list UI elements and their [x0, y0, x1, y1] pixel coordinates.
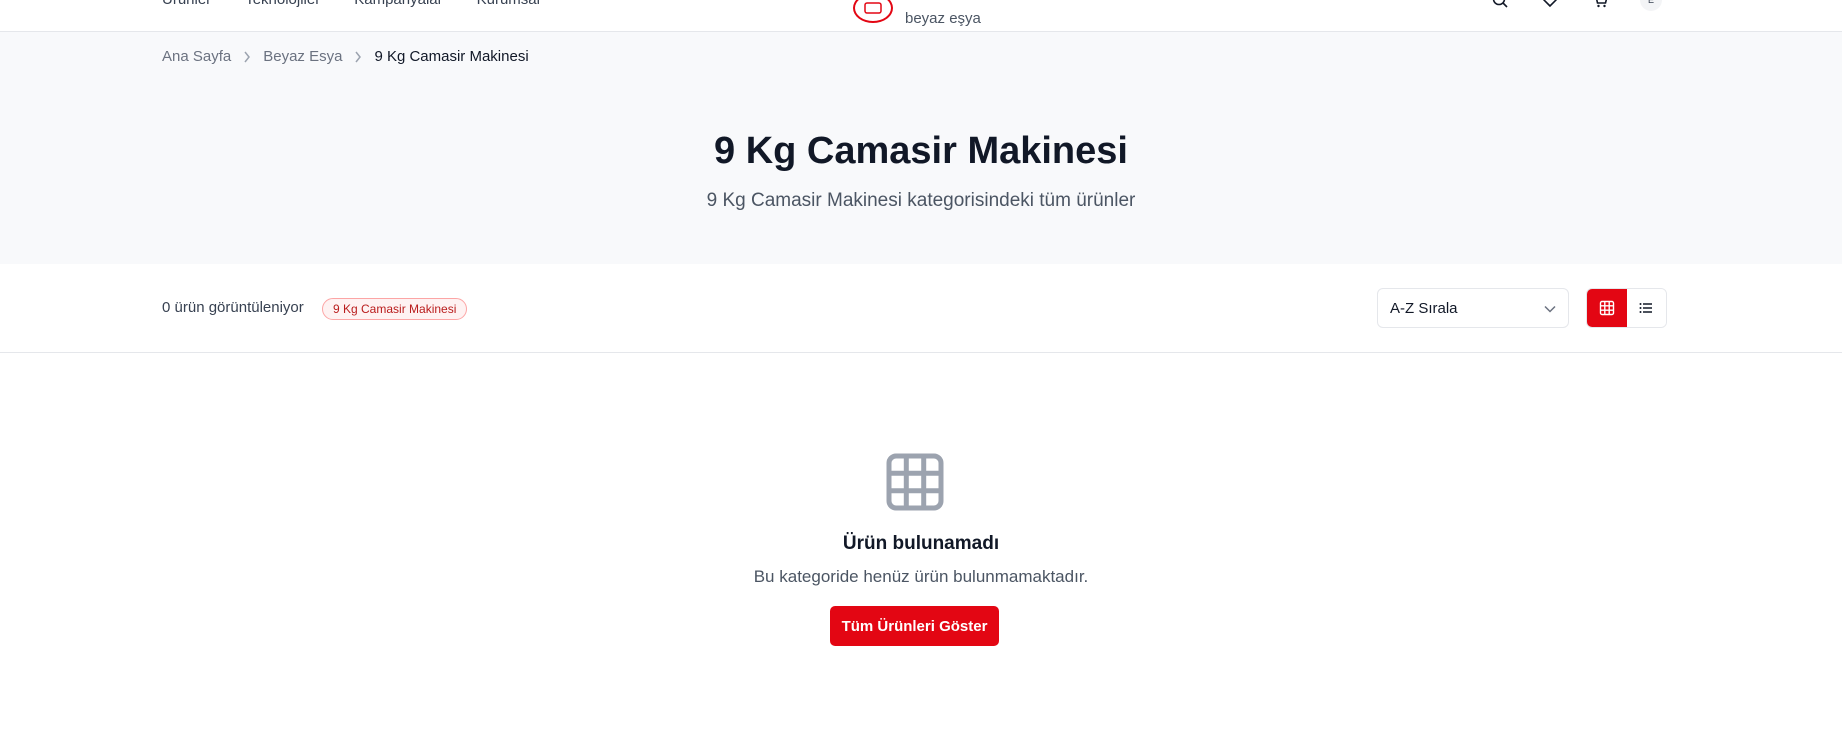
- result-count: 0 ürün görüntüleniyor: [162, 299, 304, 316]
- page-subtitle: 9 Kg Camasir Makinesi kategorisindeki tü…: [706, 190, 1136, 211]
- user-avatar[interactable]: E: [1640, 0, 1662, 11]
- chevron-down-icon: [1544, 300, 1556, 317]
- brand-logo-link[interactable]: beyaz eşya: [853, 0, 981, 27]
- view-mode-toggle: [1586, 288, 1667, 328]
- grid-icon: [886, 453, 944, 516]
- brand-tagline: beyaz eşya: [905, 10, 981, 27]
- cart-icon[interactable]: [1590, 0, 1610, 10]
- grid-icon: [1599, 300, 1614, 316]
- listing-toolbar: 0 ürün görüntüleniyor 9 Kg Camasir Makin…: [0, 264, 1842, 353]
- nav-link-technologies[interactable]: Teknolojiler: [245, 0, 320, 8]
- nav-link-campaigns[interactable]: Kampanyalar: [354, 0, 442, 8]
- brand-logo-icon: [853, 0, 893, 23]
- show-all-products-button[interactable]: Tüm Ürünleri Göster: [830, 606, 999, 646]
- chevron-right-icon: [342, 51, 374, 63]
- empty-state: Ürün bulunamadı Bu kategoride henüz ürün…: [0, 353, 1842, 736]
- nav-actions: E: [1490, 0, 1662, 11]
- sort-select[interactable]: A-Z Sırala: [1377, 288, 1569, 328]
- page-title: 9 Kg Camasir Makinesi: [714, 130, 1128, 172]
- chevron-right-icon: [231, 51, 263, 63]
- breadcrumb-white-goods[interactable]: Beyaz Esya: [263, 48, 342, 65]
- breadcrumb-current: 9 Kg Camasir Makinesi: [374, 48, 529, 65]
- empty-state-title: Ürün bulunamadı: [842, 533, 1000, 554]
- top-navbar: Ürünler Teknolojiler Kampanyalar Kurumsa…: [0, 0, 1842, 32]
- nav-link-products[interactable]: Ürünler: [162, 0, 211, 8]
- heart-icon[interactable]: [1540, 0, 1560, 10]
- sort-select-value: A-Z Sırala: [1390, 299, 1458, 317]
- active-filter-chip[interactable]: 9 Kg Camasir Makinesi: [322, 298, 468, 320]
- search-icon[interactable]: [1490, 0, 1510, 10]
- category-header: Ana Sayfa Beyaz Esya 9 Kg Camasir Makine…: [0, 32, 1842, 264]
- empty-state-description: Bu kategoride henüz ürün bulunmamaktadır…: [753, 567, 1089, 586]
- breadcrumb: Ana Sayfa Beyaz Esya 9 Kg Camasir Makine…: [162, 48, 529, 65]
- main-nav: Ürünler Teknolojiler Kampanyalar Kurumsa…: [162, 0, 540, 8]
- list-view-button[interactable]: [1626, 289, 1666, 327]
- breadcrumb-home[interactable]: Ana Sayfa: [162, 48, 231, 65]
- nav-link-corporate[interactable]: Kurumsal: [477, 0, 540, 8]
- grid-view-button[interactable]: [1587, 289, 1627, 327]
- list-icon: [1639, 303, 1653, 313]
